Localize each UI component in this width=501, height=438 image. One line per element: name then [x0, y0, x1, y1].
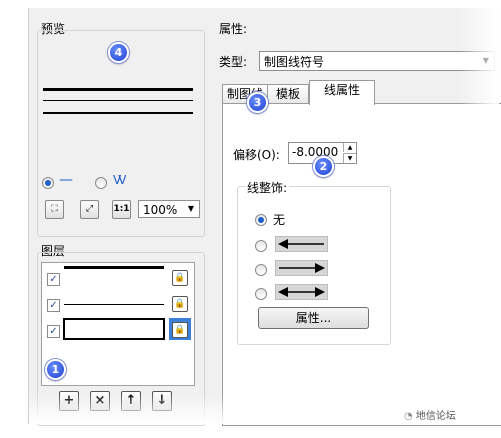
chevron-down-icon: ▼	[482, 56, 490, 65]
zoom-fit-icon[interactable]: ⛶	[45, 200, 64, 219]
tab-template[interactable]: 模板	[267, 84, 309, 104]
add-layer-button[interactable]: +	[59, 391, 79, 411]
offset-value: -8.0000	[292, 145, 339, 159]
lock-icon[interactable]: 🔒	[172, 296, 188, 312]
callout-badge-2: 2	[313, 156, 334, 177]
watermark-text: 地信论坛	[415, 411, 456, 422]
wechat-icon: ◔	[404, 411, 413, 422]
layer-visible-checkbox[interactable]: ✓	[47, 273, 60, 286]
decoration-properties-button[interactable]: 属性...	[258, 307, 369, 329]
lock-icon[interactable]: 🔒	[172, 322, 188, 338]
layer-thumb-thin-line	[64, 304, 164, 305]
zoom-extent-icon[interactable]: ⤢	[80, 200, 99, 219]
offset-label: 偏移(O):	[233, 148, 280, 162]
arrow-left-icon	[275, 236, 328, 252]
move-layer-down-button[interactable]: ↓	[152, 391, 172, 411]
layer-visible-checkbox[interactable]: ✓	[47, 299, 60, 312]
layer-thumb-selected	[63, 318, 165, 340]
lock-icon[interactable]: 🔒	[172, 270, 188, 286]
delete-layer-button[interactable]: ×	[90, 391, 110, 411]
preview-style-line-symbol: —	[59, 172, 73, 188]
chevron-down-icon: ▼	[187, 204, 195, 213]
symbol-editor-dialog: 预览 — VV ⛶ ⤢ 1:1 100% ▼ 图层 ✓ 🔒 ✓ 🔒 ✓ 🔒 +	[28, 8, 501, 426]
preview-style-line-radio[interactable]	[42, 177, 54, 189]
preview-style-wave-symbol: VV	[113, 173, 127, 187]
layer-row-selected[interactable]: ✓ 🔒	[42, 317, 194, 343]
layer-thumb-thick-line	[64, 266, 164, 269]
layer-visible-checkbox[interactable]: ✓	[47, 325, 60, 338]
zoom-select[interactable]: 100% ▼	[138, 200, 200, 218]
spin-down-icon[interactable]: ▼	[343, 153, 356, 163]
decoration-title: 线整饰:	[245, 179, 290, 196]
layer-row[interactable]: ✓ 🔒	[42, 265, 194, 289]
move-layer-up-button[interactable]: ↑	[121, 391, 141, 411]
preview-line-thick	[43, 88, 193, 91]
properties-title: 属性:	[219, 22, 248, 36]
decoration-none-radio[interactable]	[255, 214, 267, 226]
layer-row[interactable]: ✓ 🔒	[42, 291, 194, 315]
callout-badge-3: 3	[247, 92, 268, 113]
arrow-right-icon	[275, 260, 328, 276]
type-label: 类型:	[219, 55, 248, 69]
type-select[interactable]: 制图线符号 ▼	[259, 51, 495, 71]
tab-line-properties[interactable]: 线属性	[309, 80, 375, 105]
decoration-arrow-right-radio[interactable]	[255, 264, 267, 276]
callout-badge-4: 4	[108, 42, 129, 63]
decoration-arrow-both-radio[interactable]	[255, 288, 267, 300]
decoration-none-label: 无	[273, 213, 286, 227]
preview-line-medium	[43, 112, 193, 114]
watermark: ◔ 地信论坛	[404, 407, 456, 422]
spin-up-icon[interactable]: ▲	[343, 143, 356, 152]
decoration-arrow-left-radio[interactable]	[255, 240, 267, 252]
zoom-value: 100%	[143, 203, 178, 217]
arrow-both-icon	[275, 284, 328, 300]
preview-style-wave-radio[interactable]	[95, 177, 107, 189]
preview-line-thin	[43, 100, 193, 101]
callout-badge-1: 1	[45, 359, 66, 380]
zoom-1to1-button[interactable]: 1:1	[112, 200, 131, 219]
type-value: 制图线符号	[264, 55, 325, 69]
